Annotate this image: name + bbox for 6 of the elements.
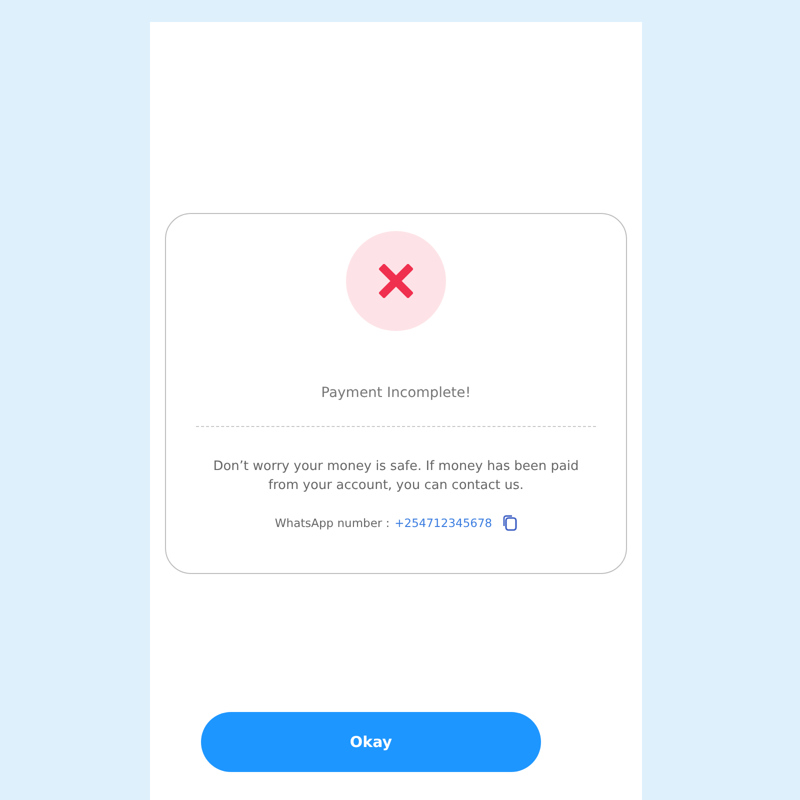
status-title: Payment Incomplete! [321,385,471,401]
contact-label: WhatsApp number : [274,516,390,530]
phone-link[interactable]: +254712345678 [394,516,492,530]
copy-icon[interactable] [503,515,518,531]
status-message: Don’t worry your money is safe. If money has been paid from your account, you can contact us. [212,458,580,495]
okay-button[interactable]: Okay [201,712,541,772]
